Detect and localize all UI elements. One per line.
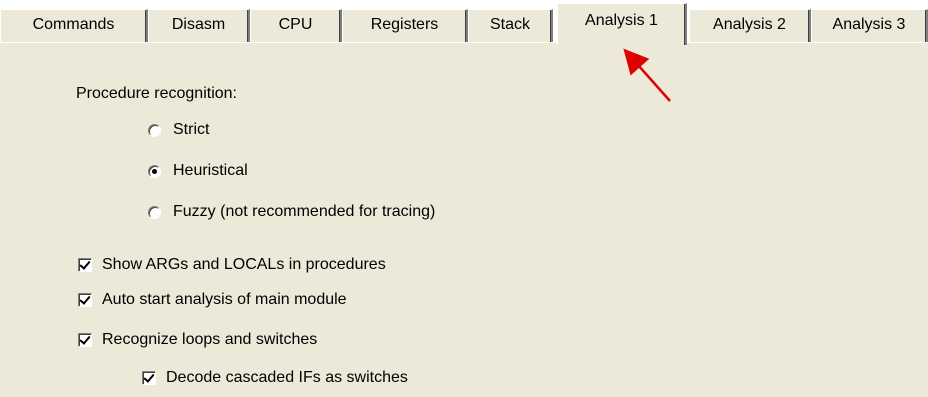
checkbox-show-args-locals-label: Show ARGs and LOCALs in procedures [102, 256, 386, 273]
radio-strict[interactable]: Strict [148, 121, 209, 139]
analysis-1-page: Procedure recognition: Strict Heuristica… [0, 42, 928, 397]
tab-disasm[interactable]: Disasm [148, 9, 250, 42]
tab-commands[interactable]: Commands [0, 9, 148, 42]
checkbox-recognize-loops-label: Recognize loops and switches [102, 331, 318, 348]
checkbox-auto-start-analysis[interactable]: Auto start analysis of main module [78, 291, 347, 309]
radio-button[interactable] [148, 205, 161, 219]
checkbox[interactable] [142, 371, 156, 385]
procedure-recognition-label: Procedure recognition: [76, 85, 237, 102]
radio-fuzzy-label: Fuzzy (not recommended for tracing) [173, 203, 436, 220]
checkbox-decode-cascaded-ifs-label: Decode cascaded IFs as switches [166, 369, 408, 386]
tab-analysis-3[interactable]: Analysis 3 [811, 9, 928, 42]
checkbox[interactable] [78, 293, 92, 307]
tab-stack[interactable]: Stack [468, 9, 553, 42]
tab-strip: Commands Disasm CPU Registers Stack Anal… [0, 0, 928, 45]
checkbox-decode-cascaded-ifs[interactable]: Decode cascaded IFs as switches [142, 369, 408, 387]
checkbox[interactable] [78, 258, 92, 272]
radio-button[interactable] [148, 123, 161, 137]
checkbox-auto-start-analysis-label: Auto start analysis of main module [102, 291, 347, 308]
tab-registers[interactable]: Registers [342, 9, 468, 42]
tab-cpu[interactable]: CPU [250, 9, 342, 42]
checkbox[interactable] [78, 333, 92, 347]
radio-strict-label: Strict [173, 121, 210, 138]
checkbox-show-args-locals[interactable]: Show ARGs and LOCALs in procedures [78, 256, 386, 274]
radio-heuristical[interactable]: Heuristical [148, 162, 248, 180]
radio-fuzzy[interactable]: Fuzzy (not recommended for tracing) [148, 203, 435, 221]
options-dialog: Commands Disasm CPU Registers Stack Anal… [0, 0, 928, 397]
tab-analysis-2[interactable]: Analysis 2 [689, 9, 811, 42]
radio-button[interactable] [148, 164, 161, 178]
tab-analysis-1[interactable]: Analysis 1 [557, 3, 687, 45]
radio-heuristical-label: Heuristical [173, 162, 248, 179]
checkbox-recognize-loops[interactable]: Recognize loops and switches [78, 331, 317, 349]
